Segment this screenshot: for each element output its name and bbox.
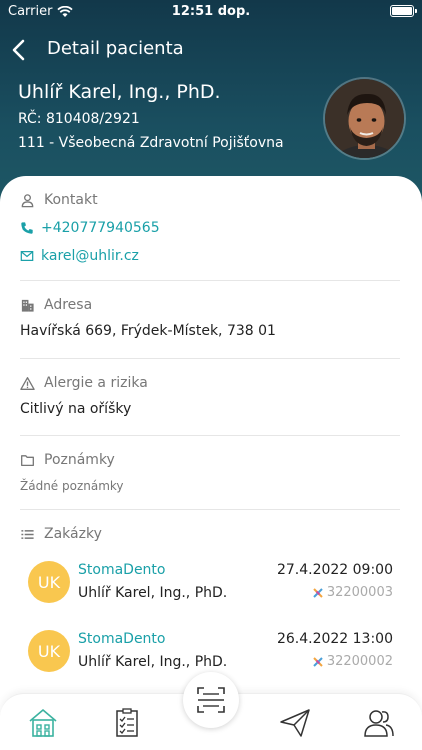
x-mark-icon	[313, 587, 323, 598]
order-code: 32200003	[313, 585, 393, 600]
patient-birth-number: RČ: 810408/2921	[18, 111, 140, 127]
list-icon	[21, 529, 34, 539]
phone-icon	[21, 222, 33, 234]
people-icon[interactable]	[362, 706, 396, 740]
home-icon[interactable]	[26, 706, 60, 740]
chevron-left-icon[interactable]	[6, 36, 34, 64]
orders-heading: Zakázky	[44, 526, 102, 542]
battery-icon	[390, 5, 417, 17]
mail-icon	[20, 251, 34, 261]
address-heading: Adresa	[44, 297, 93, 313]
notes-value: Žádné poznámky	[20, 479, 124, 493]
avatar: UK	[28, 630, 70, 672]
allergies-heading: Alergie a rizika	[44, 375, 148, 391]
checklist-icon[interactable]	[110, 706, 144, 740]
email-link[interactable]: karel@uhlir.cz	[20, 246, 400, 266]
order-patient: Uhlíř Karel, Ing., PhD.	[78, 585, 228, 601]
order-code-value: 32200003	[326, 585, 393, 600]
patient-avatar	[323, 77, 406, 160]
navigation-bar: Detail pacienta	[0, 34, 422, 66]
order-datetime: 27.4.2022 09:00	[276, 562, 393, 578]
order-code: 32200002	[313, 654, 393, 669]
order-patient: Uhlíř Karel, Ing., PhD.	[78, 654, 228, 670]
divider	[20, 509, 400, 510]
patient-name: Uhlíř Karel, Ing., PhD.	[18, 81, 221, 103]
warning-icon	[20, 376, 35, 390]
contact-section: Kontakt +420777940565 karel@uhlir.cz	[20, 190, 400, 266]
status-bar: Carrier 12:51 dop.	[0, 0, 422, 24]
contact-heading: Kontakt	[44, 192, 98, 208]
status-time: 12:51 dop.	[171, 4, 251, 19]
notes-section: Poznámky Žádné poznámky	[20, 450, 400, 493]
allergies-value: Citlivý na oříšky	[20, 401, 132, 417]
order-code-value: 32200002	[326, 654, 393, 669]
address-value: Havířská 669, Frýdek-Místek, 738 01	[20, 323, 276, 339]
order-datetime: 26.4.2022 13:00	[276, 631, 393, 647]
address-section: Adresa Havířská 669, Frýdek-Místek, 738 …	[20, 295, 400, 339]
scan-button[interactable]	[183, 672, 239, 728]
person-icon	[21, 193, 34, 207]
patient-insurer: 111 - Všeobecná Zdravotní Pojišťovna	[18, 135, 284, 151]
paper-plane-icon[interactable]	[278, 706, 312, 740]
folder-icon	[21, 454, 34, 466]
avatar: UK	[28, 561, 70, 603]
order-clinic: StomaDento	[78, 562, 166, 578]
building-icon	[21, 299, 34, 312]
order-clinic: StomaDento	[78, 631, 166, 647]
divider	[20, 280, 400, 281]
page-title: Detail pacienta	[47, 38, 184, 59]
orders-section: Zakázky	[20, 524, 400, 544]
order-item[interactable]: UK StomaDento Uhlíř Karel, Ing., PhD. 27…	[20, 557, 400, 613]
avatar-photo-image	[325, 79, 404, 158]
phone-number: +420777940565	[41, 220, 160, 236]
divider	[20, 435, 400, 436]
email-address: karel@uhlir.cz	[41, 248, 139, 264]
phone-link[interactable]: +420777940565	[20, 218, 400, 238]
divider	[20, 358, 400, 359]
x-mark-icon	[313, 656, 323, 667]
allergies-section: Alergie a rizika Citlivý na oříšky	[20, 373, 400, 417]
notes-heading: Poznámky	[44, 452, 115, 468]
scan-icon	[197, 687, 225, 713]
